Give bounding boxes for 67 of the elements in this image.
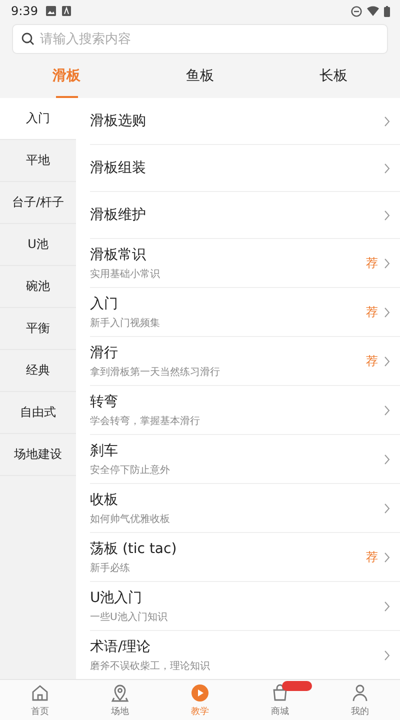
chevron-right-icon [384,116,390,126]
chevron-right-icon [384,502,390,514]
lesson-title: 滑板维护 [90,206,146,224]
lesson-title: 滑板常识 [90,246,146,264]
chevron-right-icon [384,162,390,174]
recommend-tag: 荐 [366,352,378,370]
nav-tab[interactable]: 我的 [320,680,400,720]
lesson-title: 刹车 [90,442,118,460]
nav-tab[interactable]: 场地 [80,680,160,720]
lesson-row[interactable]: 收板 如何帅气优雅收板 [90,484,400,533]
category-tab[interactable]: 长板 [266,54,400,98]
lesson-subtitle: 学会转弯，掌握基本滑行 [90,414,200,428]
lesson-subtitle: 磨斧不误砍柴工，理论知识 [90,660,210,672]
recommend-tag: 荐 [366,548,378,566]
chevron-right-icon [384,650,390,660]
lesson-title: 转弯 [90,392,118,410]
chevron-right-icon [384,600,390,612]
lesson-title: 收板 [90,490,118,508]
lesson-title: 入门 [90,294,118,312]
lesson-title: 滑行 [90,344,118,362]
lesson-row[interactable]: 刹车 安全停下防止意外 [90,435,400,484]
search-icon [21,32,35,46]
wifi-icon [367,6,379,16]
lesson-subtitle: 安全停下防止意外 [90,464,170,476]
chevron-right-icon [384,306,390,318]
chevron-right-icon [384,552,390,562]
play-icon [190,682,210,702]
notification-icon [62,6,71,16]
lesson-subtitle: 新手必练 [90,562,130,574]
lesson-row[interactable]: 滑板常识 实用基础小常识 荐 [90,239,400,288]
status-time: 9:39 [11,4,38,18]
battery-icon [384,6,390,16]
lesson-title: 滑板组装 [90,159,146,177]
chevron-right-icon [384,404,390,416]
lesson-row[interactable]: U池入门 一些U池入门知识 [90,582,400,631]
lesson-title: 术语/理论 [90,638,151,656]
lesson-subtitle: 如何帅气优雅收板 [90,512,170,526]
lesson-subtitle: 实用基础小常识 [90,268,160,280]
chevron-right-icon [384,258,390,268]
person-icon [350,682,370,702]
lesson-subtitle: 一些U池入门知识 [90,610,168,624]
do-not-disturb-icon [351,6,362,16]
nav-tab[interactable]: 首页 [0,680,80,720]
search-field[interactable]: 请输入搜索内容 [12,24,388,54]
lesson-title: 滑板选购 [90,112,146,130]
lesson-row[interactable]: 滑板组装 [90,145,400,192]
location-pin-icon [110,682,130,702]
chevron-right-icon [384,454,390,464]
lesson-row[interactable]: 荡板 (tic tac) 新手必练 荐 [90,533,400,582]
lesson-title: U池入门 [90,588,142,606]
lesson-row[interactable]: 滑行 拿到滑板第一天当然练习滑行 荐 [90,337,400,386]
chevron-right-icon [384,356,390,366]
chevron-right-icon [384,210,390,220]
category-tab[interactable]: 鱼板 [133,54,267,98]
lesson-row[interactable]: 滑板维护 [90,192,400,239]
lesson-subtitle: 拿到滑板第一天当然练习滑行 [90,366,220,378]
home-icon [30,682,50,702]
lesson-row[interactable]: 滑板选购 [90,98,400,145]
recommend-tag: 荐 [366,304,378,320]
lesson-row[interactable]: 入门 新手入门视频集 荐 [90,288,400,337]
image-icon [46,6,56,16]
lesson-row[interactable]: 转弯 学会转弯，掌握基本滑行 [90,386,400,435]
lesson-title: 荡板 (tic tac) [90,540,177,558]
nav-tab[interactable]: 商城 [240,680,320,720]
sidebar-item[interactable]: 入门 [0,98,76,140]
recommend-tag: 荐 [366,254,378,272]
lesson-subtitle: 新手入门视频集 [90,316,160,330]
